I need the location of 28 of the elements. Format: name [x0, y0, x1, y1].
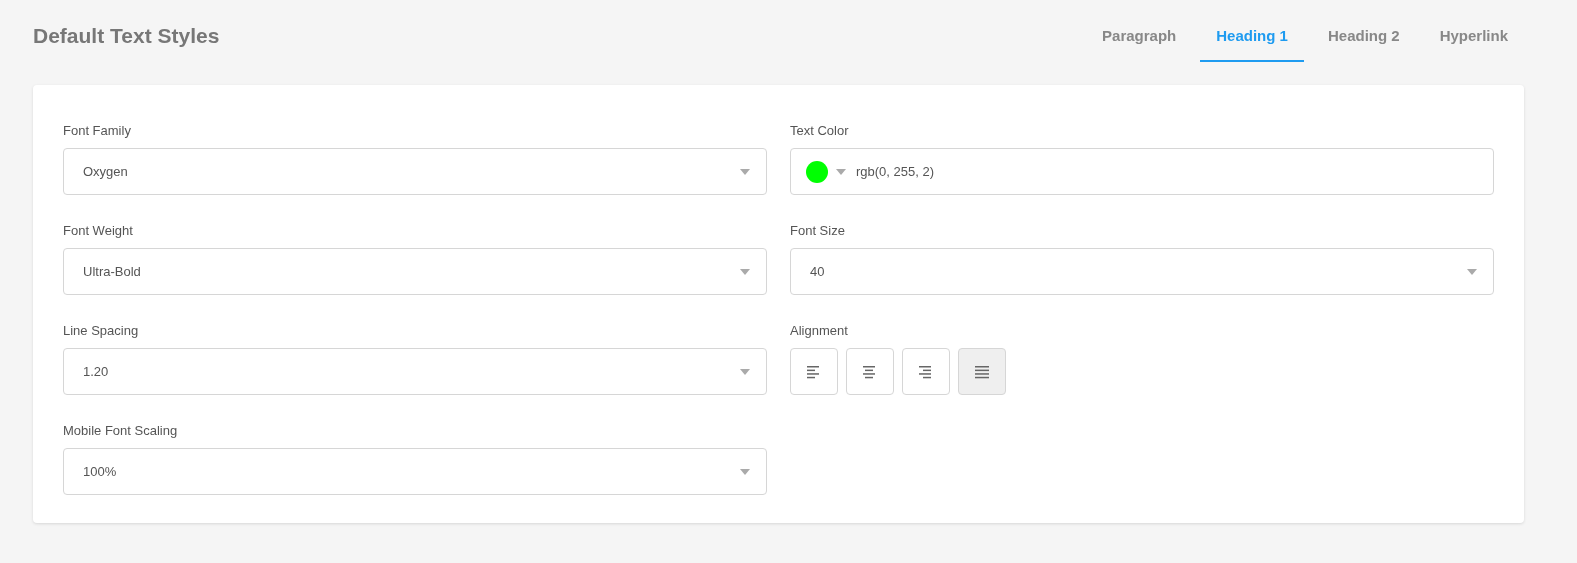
field-label: Mobile Font Scaling — [63, 423, 179, 438]
field-label: Font Family — [63, 123, 132, 138]
select-field[interactable]: 1.20 — [63, 348, 767, 395]
page-title: Default Text Styles — [33, 24, 220, 48]
align-right-button[interactable] — [902, 348, 950, 395]
align-right-icon — [918, 364, 934, 379]
field-label: Line Spacing — [63, 323, 140, 338]
align-left-button[interactable] — [790, 348, 838, 395]
field-label: Text Color — [790, 123, 850, 138]
caret-icon — [836, 168, 846, 175]
select-field[interactable]: 100% — [63, 448, 767, 495]
color-field[interactable]: rgb(0, 255, 2) — [790, 148, 1494, 195]
caret-icon — [1467, 268, 1477, 275]
caret-icon — [740, 368, 750, 375]
field-label: Font Size — [790, 223, 846, 238]
align-justify-button[interactable] — [958, 348, 1006, 395]
select-field[interactable]: 40 — [790, 248, 1494, 295]
align-left-icon — [806, 364, 822, 379]
align-justify-icon — [974, 364, 990, 379]
select-field[interactable]: Ultra-Bold — [63, 248, 767, 295]
field-label: Alignment — [790, 323, 849, 338]
align-center-button[interactable] — [846, 348, 894, 395]
caret-icon — [740, 168, 750, 175]
select-field[interactable]: Oxygen — [63, 148, 767, 195]
caret-icon — [740, 468, 750, 475]
align-center-icon — [862, 364, 878, 379]
caret-icon — [740, 268, 750, 275]
field-label: Font Weight — [63, 223, 134, 238]
